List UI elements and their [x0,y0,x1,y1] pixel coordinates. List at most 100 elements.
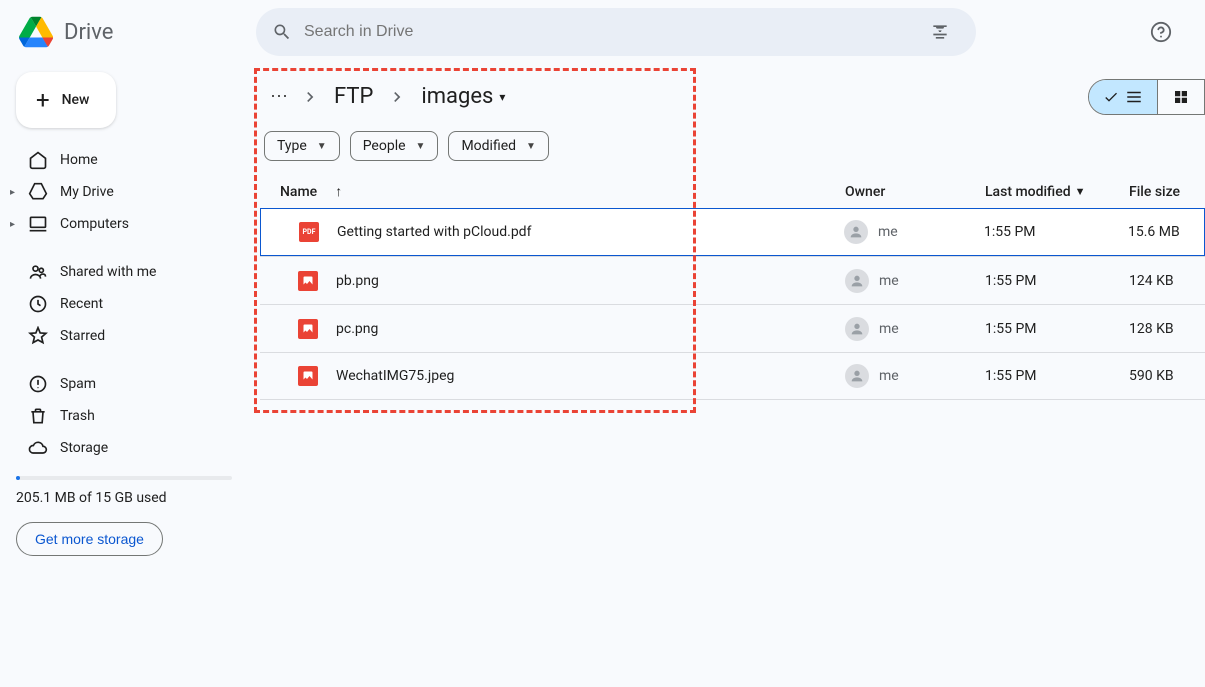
sidebar-item-label: Trash [60,408,95,424]
column-owner[interactable]: Owner [845,184,985,200]
file-modified: 1:55 PM [985,321,1129,337]
file-row[interactable]: WechatIMG75.jpegme1:55 PM590 KB [260,352,1205,400]
avatar [845,269,869,293]
breadcrumb-parent-label: FTP [334,84,373,109]
image-icon [298,366,318,386]
arrow-up-icon: ↑ [335,183,342,200]
sidebar-item-storage[interactable]: Storage [16,432,232,464]
spam-icon [28,374,48,394]
image-icon [298,271,318,291]
chevron-down-icon: ▼ [317,141,327,152]
file-row[interactable]: PDF Getting started with pCloud.pdfme1:55… [260,208,1205,256]
help-icon[interactable] [1141,12,1181,52]
file-modified: 1:55 PM [985,368,1129,384]
app-name: Drive [64,20,113,45]
avatar [845,317,869,341]
new-button-label: New [62,92,90,108]
header-right [1141,12,1189,52]
column-name[interactable]: Name ↑ [280,183,845,200]
sidebar-item-label: Storage [60,440,108,456]
chevron-down-icon: ▾ [499,90,505,104]
chevron-right-icon: ▸ [10,187,15,198]
file-owner: me [844,220,984,244]
list-icon [1125,88,1143,106]
chevron-down-icon: ▼ [416,141,426,152]
toolbar-row: ⋯ FTP images ▾ [260,72,1205,121]
sidebar-item-shared[interactable]: Shared with me [16,256,232,288]
app-header: Drive [0,0,1205,64]
sidebar-item-label: Shared with me [60,264,156,280]
drive-icon [28,182,48,202]
filter-people[interactable]: People ▼ [350,131,439,161]
file-size: 128 KB [1129,321,1201,337]
list-view-button[interactable] [1089,80,1158,114]
file-owner: me [845,269,985,293]
home-icon [28,150,48,170]
file-row[interactable]: pb.pngme1:55 PM124 KB [260,256,1205,304]
sidebar-item-trash[interactable]: Trash [16,400,232,432]
view-toggle [1088,79,1205,115]
check-icon [1103,89,1119,105]
breadcrumb-current[interactable]: images ▾ [411,80,515,113]
sidebar: + New Home ▸ My Drive ▸ Computers Shared… [0,64,248,687]
sidebar-item-label: Starred [60,328,105,344]
file-name: pb.png [336,273,845,289]
recent-icon [28,294,48,314]
shared-icon [28,262,48,282]
plus-icon: + [36,86,50,114]
grid-view-button[interactable] [1158,80,1204,114]
sidebar-item-mydrive[interactable]: ▸ My Drive [16,176,232,208]
sidebar-item-recent[interactable]: Recent [16,288,232,320]
file-row[interactable]: pc.pngme1:55 PM128 KB [260,304,1205,352]
sidebar-item-spam[interactable]: Spam [16,368,232,400]
search-bar[interactable] [256,8,976,56]
filter-row: Type ▼ People ▼ Modified▼ [260,121,1205,175]
file-owner: me [845,317,985,341]
filter-modified[interactable]: Modified▼ [448,131,549,161]
search-input[interactable] [304,23,908,41]
file-name: WechatIMG75.jpeg [336,368,845,384]
chevron-down-icon: ▼ [1075,185,1086,198]
column-name-label: Name [280,184,317,200]
sidebar-item-label: Computers [60,216,129,232]
sidebar-item-home[interactable]: Home [16,144,232,176]
file-size: 590 KB [1129,368,1201,384]
file-owner: me [845,364,985,388]
get-storage-button[interactable]: Get more storage [16,522,163,556]
body-area: + New Home ▸ My Drive ▸ Computers Shared… [0,64,1205,687]
search-icon [272,22,292,42]
sidebar-item-label: Spam [60,376,96,392]
file-name: pc.png [336,321,845,337]
sidebar-item-computers[interactable]: ▸ Computers [16,208,232,240]
chevron-right-icon [300,87,320,107]
avatar [845,364,869,388]
filter-label: People [363,138,406,154]
sidebar-item-label: My Drive [60,184,114,200]
avatar [844,220,868,244]
breadcrumb-current-label: images [421,84,493,109]
breadcrumb-more-icon[interactable]: ⋯ [264,81,296,113]
file-size: 124 KB [1129,273,1201,289]
file-name: Getting started with pCloud.pdf [337,224,844,240]
storage-bar [16,476,232,480]
sidebar-item-starred[interactable]: Starred [16,320,232,352]
column-size[interactable]: File size [1129,184,1201,200]
chevron-right-icon [387,87,407,107]
file-modified: 1:55 PM [984,224,1128,240]
search-options-icon[interactable] [920,12,960,52]
file-size: 15.6 MB [1128,224,1200,240]
breadcrumb: ⋯ FTP images ▾ [260,72,519,121]
image-icon [298,319,318,339]
new-button[interactable]: + New [16,72,116,128]
sidebar-item-label: Home [60,152,98,168]
breadcrumb-parent[interactable]: FTP [324,80,383,113]
column-modified[interactable]: Last modified ▼ [985,184,1129,200]
filter-type[interactable]: Type ▼ [264,131,340,161]
logo-area[interactable]: Drive [16,12,248,52]
filter-label: Modified [461,138,516,154]
file-modified: 1:55 PM [985,273,1129,289]
pdf-icon: PDF [299,222,319,242]
main-content: ⋯ FTP images ▾ Type▼ Pe [248,64,1205,687]
drive-logo-icon [16,12,56,52]
filter-label: Type [277,138,307,154]
